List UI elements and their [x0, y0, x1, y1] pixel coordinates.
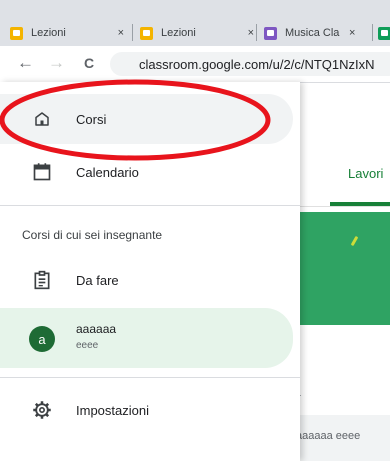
tab-title: Lezioni: [161, 27, 196, 39]
tab-title: Musica Cla: [285, 27, 340, 39]
browser-tab-2[interactable]: Lezioni ×: [140, 21, 254, 45]
slides-icon: [140, 26, 153, 40]
address-bar: ← → C classroom.google.com/u/2/c/NTQ1NzI…: [0, 46, 390, 83]
course-section: eeee: [76, 340, 99, 351]
browser-tab-4[interactable]: [378, 21, 390, 45]
drawer-divider: [0, 205, 300, 206]
drawer-item-calendario[interactable]: Calendario: [0, 150, 293, 194]
close-tab-icon[interactable]: ×: [248, 27, 254, 39]
tab-divider: [132, 24, 133, 41]
drawer-item-impostazioni[interactable]: Impostazioni: [0, 388, 293, 432]
section-heading: Corsi di cui sei insegnante: [22, 228, 163, 242]
drawer-item-da-fare[interactable]: Da fare: [0, 258, 293, 302]
stream-tab-label[interactable]: Lavori: [348, 166, 383, 181]
slides-icon: [10, 26, 23, 40]
gear-icon: [30, 398, 54, 422]
home-icon: [30, 107, 54, 131]
back-button[interactable]: ←: [17, 54, 34, 72]
reload-button[interactable]: C: [84, 54, 94, 72]
close-tab-icon[interactable]: ×: [118, 27, 124, 39]
browser-tab-3[interactable]: Musica Cla ×: [264, 21, 376, 45]
nav-divider: [290, 206, 390, 207]
tab-title: Lezioni: [31, 27, 66, 39]
forms-icon: [264, 26, 277, 40]
drawer-item-label: Corsi: [76, 111, 107, 127]
tab-divider: [372, 24, 373, 41]
drawer-item-corsi[interactable]: Corsi: [0, 94, 293, 144]
tab-divider: [256, 24, 257, 41]
screenshot: Lezioni × Lezioni × Musica Cla × ← → C c…: [0, 0, 390, 461]
course-banner: [290, 212, 390, 325]
assignment-icon: [30, 268, 54, 292]
url-text[interactable]: classroom.google.com/u/2/c/NTQ1NzIxN: [139, 57, 375, 72]
close-tab-icon[interactable]: ×: [349, 27, 355, 39]
browser-tab-1[interactable]: Lezioni ×: [10, 21, 124, 45]
post-author: aaaaaa eeee: [296, 430, 361, 442]
drawer-item-label: Da fare: [76, 272, 119, 288]
calendar-icon: [30, 160, 54, 184]
drawer-item-label: Calendario: [76, 164, 139, 180]
tab-strip: Lezioni × Lezioni × Musica Cla ×: [0, 0, 390, 46]
course-name: aaaaaa: [76, 322, 117, 336]
drawer-divider: [0, 377, 300, 378]
drawer-item-label: Impostazioni: [76, 402, 149, 418]
forward-button[interactable]: →: [48, 54, 65, 72]
classroom-icon: [378, 26, 390, 40]
course-avatar: a: [29, 326, 55, 352]
